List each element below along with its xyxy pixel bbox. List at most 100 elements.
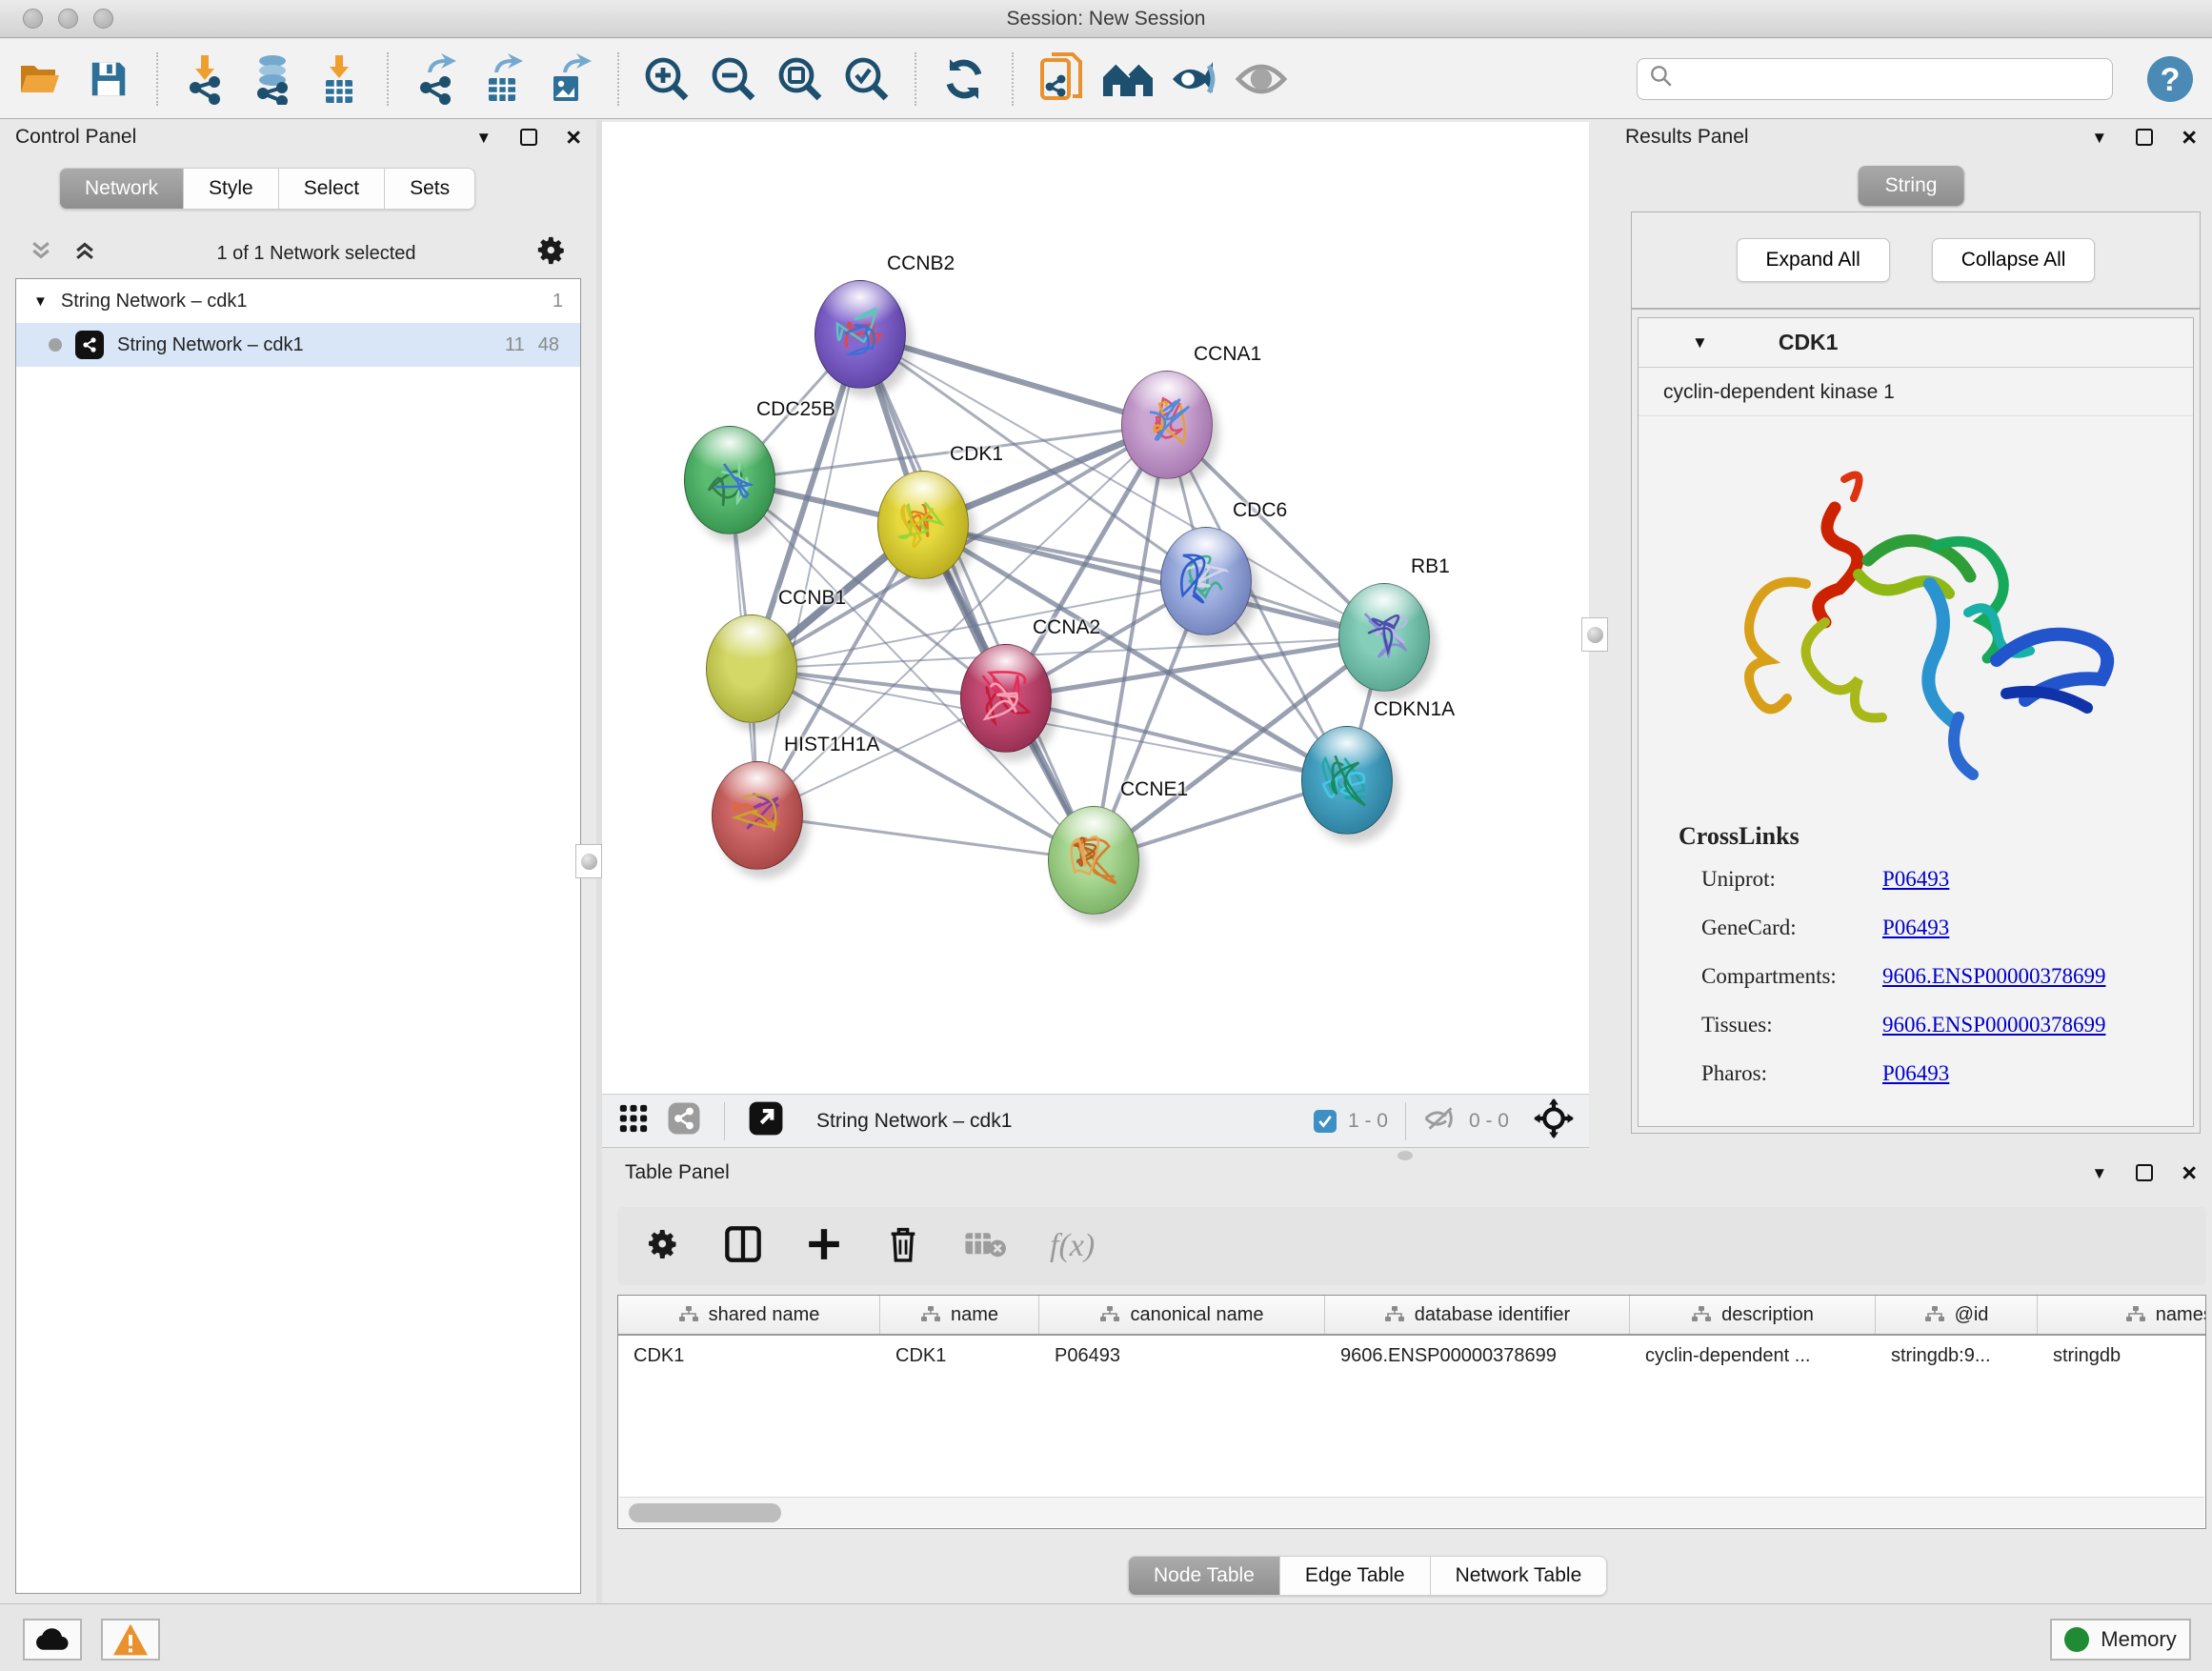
cloud-status-button[interactable] xyxy=(23,1619,82,1661)
node-label-ccnb2: CCNB2 xyxy=(887,252,955,275)
collection-expand-icon[interactable]: ▼ xyxy=(33,294,48,309)
left-splitter-handle[interactable] xyxy=(575,844,602,878)
network-node-cdc6[interactable] xyxy=(1160,527,1252,635)
column-header-canonical-name[interactable]: canonical name xyxy=(1039,1296,1325,1334)
panel-menu-icon[interactable]: ▼ xyxy=(2091,130,2107,146)
network-collection-row[interactable]: ▼ String Network – cdk1 1 xyxy=(16,279,580,323)
column-header-name[interactable]: name xyxy=(880,1296,1039,1334)
float-panel-icon[interactable] xyxy=(2136,129,2153,146)
warnings-button[interactable] xyxy=(101,1619,160,1661)
birds-eye-view-icon[interactable] xyxy=(617,1102,650,1140)
cell-database-identifier[interactable]: 9606.ENSP00000378699 xyxy=(1325,1345,1630,1367)
panel-menu-icon[interactable]: ▼ xyxy=(475,130,492,146)
network-share-toolbar-icon[interactable] xyxy=(667,1101,701,1141)
cell--id[interactable]: stringdb:9... xyxy=(1876,1345,2038,1367)
tab-edge-table[interactable]: Edge Table xyxy=(1280,1556,1431,1596)
zoom-selected-button[interactable] xyxy=(840,51,894,107)
tab-string[interactable]: String xyxy=(1859,166,1964,206)
cytoscape-window: Session: New Session xyxy=(0,0,2212,1671)
float-panel-icon[interactable] xyxy=(520,129,537,146)
cdk1-section-header[interactable]: ▼ CDK1 xyxy=(1639,318,2193,368)
control-panel-title: Control Panel xyxy=(15,126,136,149)
delete-column-trash-icon[interactable] xyxy=(886,1225,920,1268)
add-column-icon[interactable] xyxy=(806,1226,842,1267)
close-panel-icon[interactable]: × xyxy=(2182,1160,2197,1186)
zoom-out-button[interactable] xyxy=(707,51,760,107)
refresh-layout-button[interactable] xyxy=(937,51,991,107)
scrollbar-thumb[interactable] xyxy=(629,1503,781,1522)
column-header-namespace[interactable]: namespace xyxy=(2038,1296,2206,1334)
open-session-button[interactable] xyxy=(15,51,69,107)
search-input[interactable] xyxy=(1683,68,2101,90)
show-columns-icon[interactable] xyxy=(724,1225,762,1268)
column-header-shared-name[interactable]: shared name xyxy=(618,1296,880,1334)
pharos-link[interactable]: P06493 xyxy=(1882,1061,2193,1086)
collapse-all-button[interactable]: Collapse All xyxy=(1932,238,2096,282)
uniprot-link[interactable]: P06493 xyxy=(1882,867,2193,892)
export-network-button[interactable] xyxy=(410,51,463,107)
cell-description[interactable]: cyclin-dependent ... xyxy=(1630,1345,1876,1367)
tab-network-table[interactable]: Network Table xyxy=(1431,1556,1608,1596)
import-table-button[interactable] xyxy=(312,51,366,107)
horizontal-scrollbar[interactable] xyxy=(619,1497,2204,1527)
share-document-button[interactable] xyxy=(1035,51,1088,107)
export-table-button[interactable] xyxy=(476,51,530,107)
cell-name[interactable]: CDK1 xyxy=(880,1345,1039,1367)
close-panel-icon[interactable]: × xyxy=(2182,125,2197,151)
network-node-hist1h1a[interactable] xyxy=(712,761,803,870)
fit-content-crosshair-icon[interactable] xyxy=(1534,1098,1574,1144)
network-node-rb1[interactable] xyxy=(1338,583,1430,692)
collapse-all-networks-icon[interactable] xyxy=(72,238,97,269)
network-options-gear-icon[interactable] xyxy=(535,234,568,272)
right-splitter-handle[interactable] xyxy=(1581,617,1608,652)
close-window-button[interactable] xyxy=(23,9,43,29)
tab-sets[interactable]: Sets xyxy=(385,168,475,210)
tab-network[interactable]: Network xyxy=(59,168,184,210)
genecard-link[interactable]: P06493 xyxy=(1882,916,2193,940)
network-node-ccne1[interactable] xyxy=(1048,806,1139,915)
float-panel-icon[interactable] xyxy=(2136,1164,2153,1181)
help-button[interactable]: ? xyxy=(2143,51,2197,107)
search-box xyxy=(1637,58,2113,100)
column-header-description[interactable]: description xyxy=(1630,1296,1876,1334)
network-view-canvas[interactable]: CCNB2CCNA1CDC25BCDK1CDC6RB1CCNB1CCNA2CDK… xyxy=(602,122,1589,1094)
network-node-ccnb2[interactable] xyxy=(814,280,906,389)
tab-select[interactable]: Select xyxy=(279,168,385,210)
cell-canonical-name[interactable]: P06493 xyxy=(1039,1345,1325,1367)
import-database-button[interactable] xyxy=(246,51,299,107)
network-node-cdc25b[interactable] xyxy=(684,426,775,534)
table-settings-gear-icon[interactable] xyxy=(646,1227,680,1266)
tissues-link[interactable]: 9606.ENSP00000378699 xyxy=(1882,1013,2193,1037)
open-in-new-window-icon[interactable] xyxy=(748,1100,784,1142)
close-panel-icon[interactable]: × xyxy=(566,125,581,151)
cell-namespace[interactable]: stringdb xyxy=(2038,1345,2206,1367)
tab-node-table[interactable]: Node Table xyxy=(1128,1556,1280,1596)
selected-checkbox-icon[interactable] xyxy=(1314,1110,1337,1133)
minimize-window-button[interactable] xyxy=(58,9,78,29)
compartments-link[interactable]: 9606.ENSP00000378699 xyxy=(1882,964,2193,989)
network-node-ccna1[interactable] xyxy=(1121,371,1213,479)
network-node-cdk1[interactable] xyxy=(877,471,969,579)
expand-all-networks-icon[interactable] xyxy=(29,238,53,269)
network-node-ccnb1[interactable] xyxy=(706,614,797,723)
column-header--id[interactable]: @id xyxy=(1876,1296,2038,1334)
string-home-button[interactable] xyxy=(1101,51,1155,107)
save-session-button[interactable] xyxy=(82,51,135,107)
panel-menu-icon[interactable]: ▼ xyxy=(2091,1165,2107,1181)
tab-style[interactable]: Style xyxy=(184,168,279,210)
expand-all-button[interactable]: Expand All xyxy=(1737,238,1890,282)
column-header-database-identifier[interactable]: database identifier xyxy=(1325,1296,1630,1334)
export-image-button[interactable] xyxy=(543,51,596,107)
import-network-button[interactable] xyxy=(179,51,232,107)
zoom-in-button[interactable] xyxy=(640,51,694,107)
collapse-entry-icon[interactable]: ▼ xyxy=(1692,334,1708,351)
memory-button[interactable]: Memory xyxy=(2050,1619,2191,1661)
network-node-ccna2[interactable] xyxy=(960,644,1052,753)
hide-selected-eye-icon[interactable] xyxy=(1168,51,1221,107)
network-row-selected[interactable]: String Network – cdk1 11 48 xyxy=(16,323,580,367)
network-node-cdkn1a[interactable] xyxy=(1301,726,1393,835)
cell-shared-name[interactable]: CDK1 xyxy=(618,1345,880,1367)
table-data-row[interactable]: CDK1CDK1P064939606.ENSP00000378699cyclin… xyxy=(618,1336,2205,1376)
maximize-window-button[interactable] xyxy=(93,9,113,29)
zoom-fit-button[interactable] xyxy=(774,51,827,107)
